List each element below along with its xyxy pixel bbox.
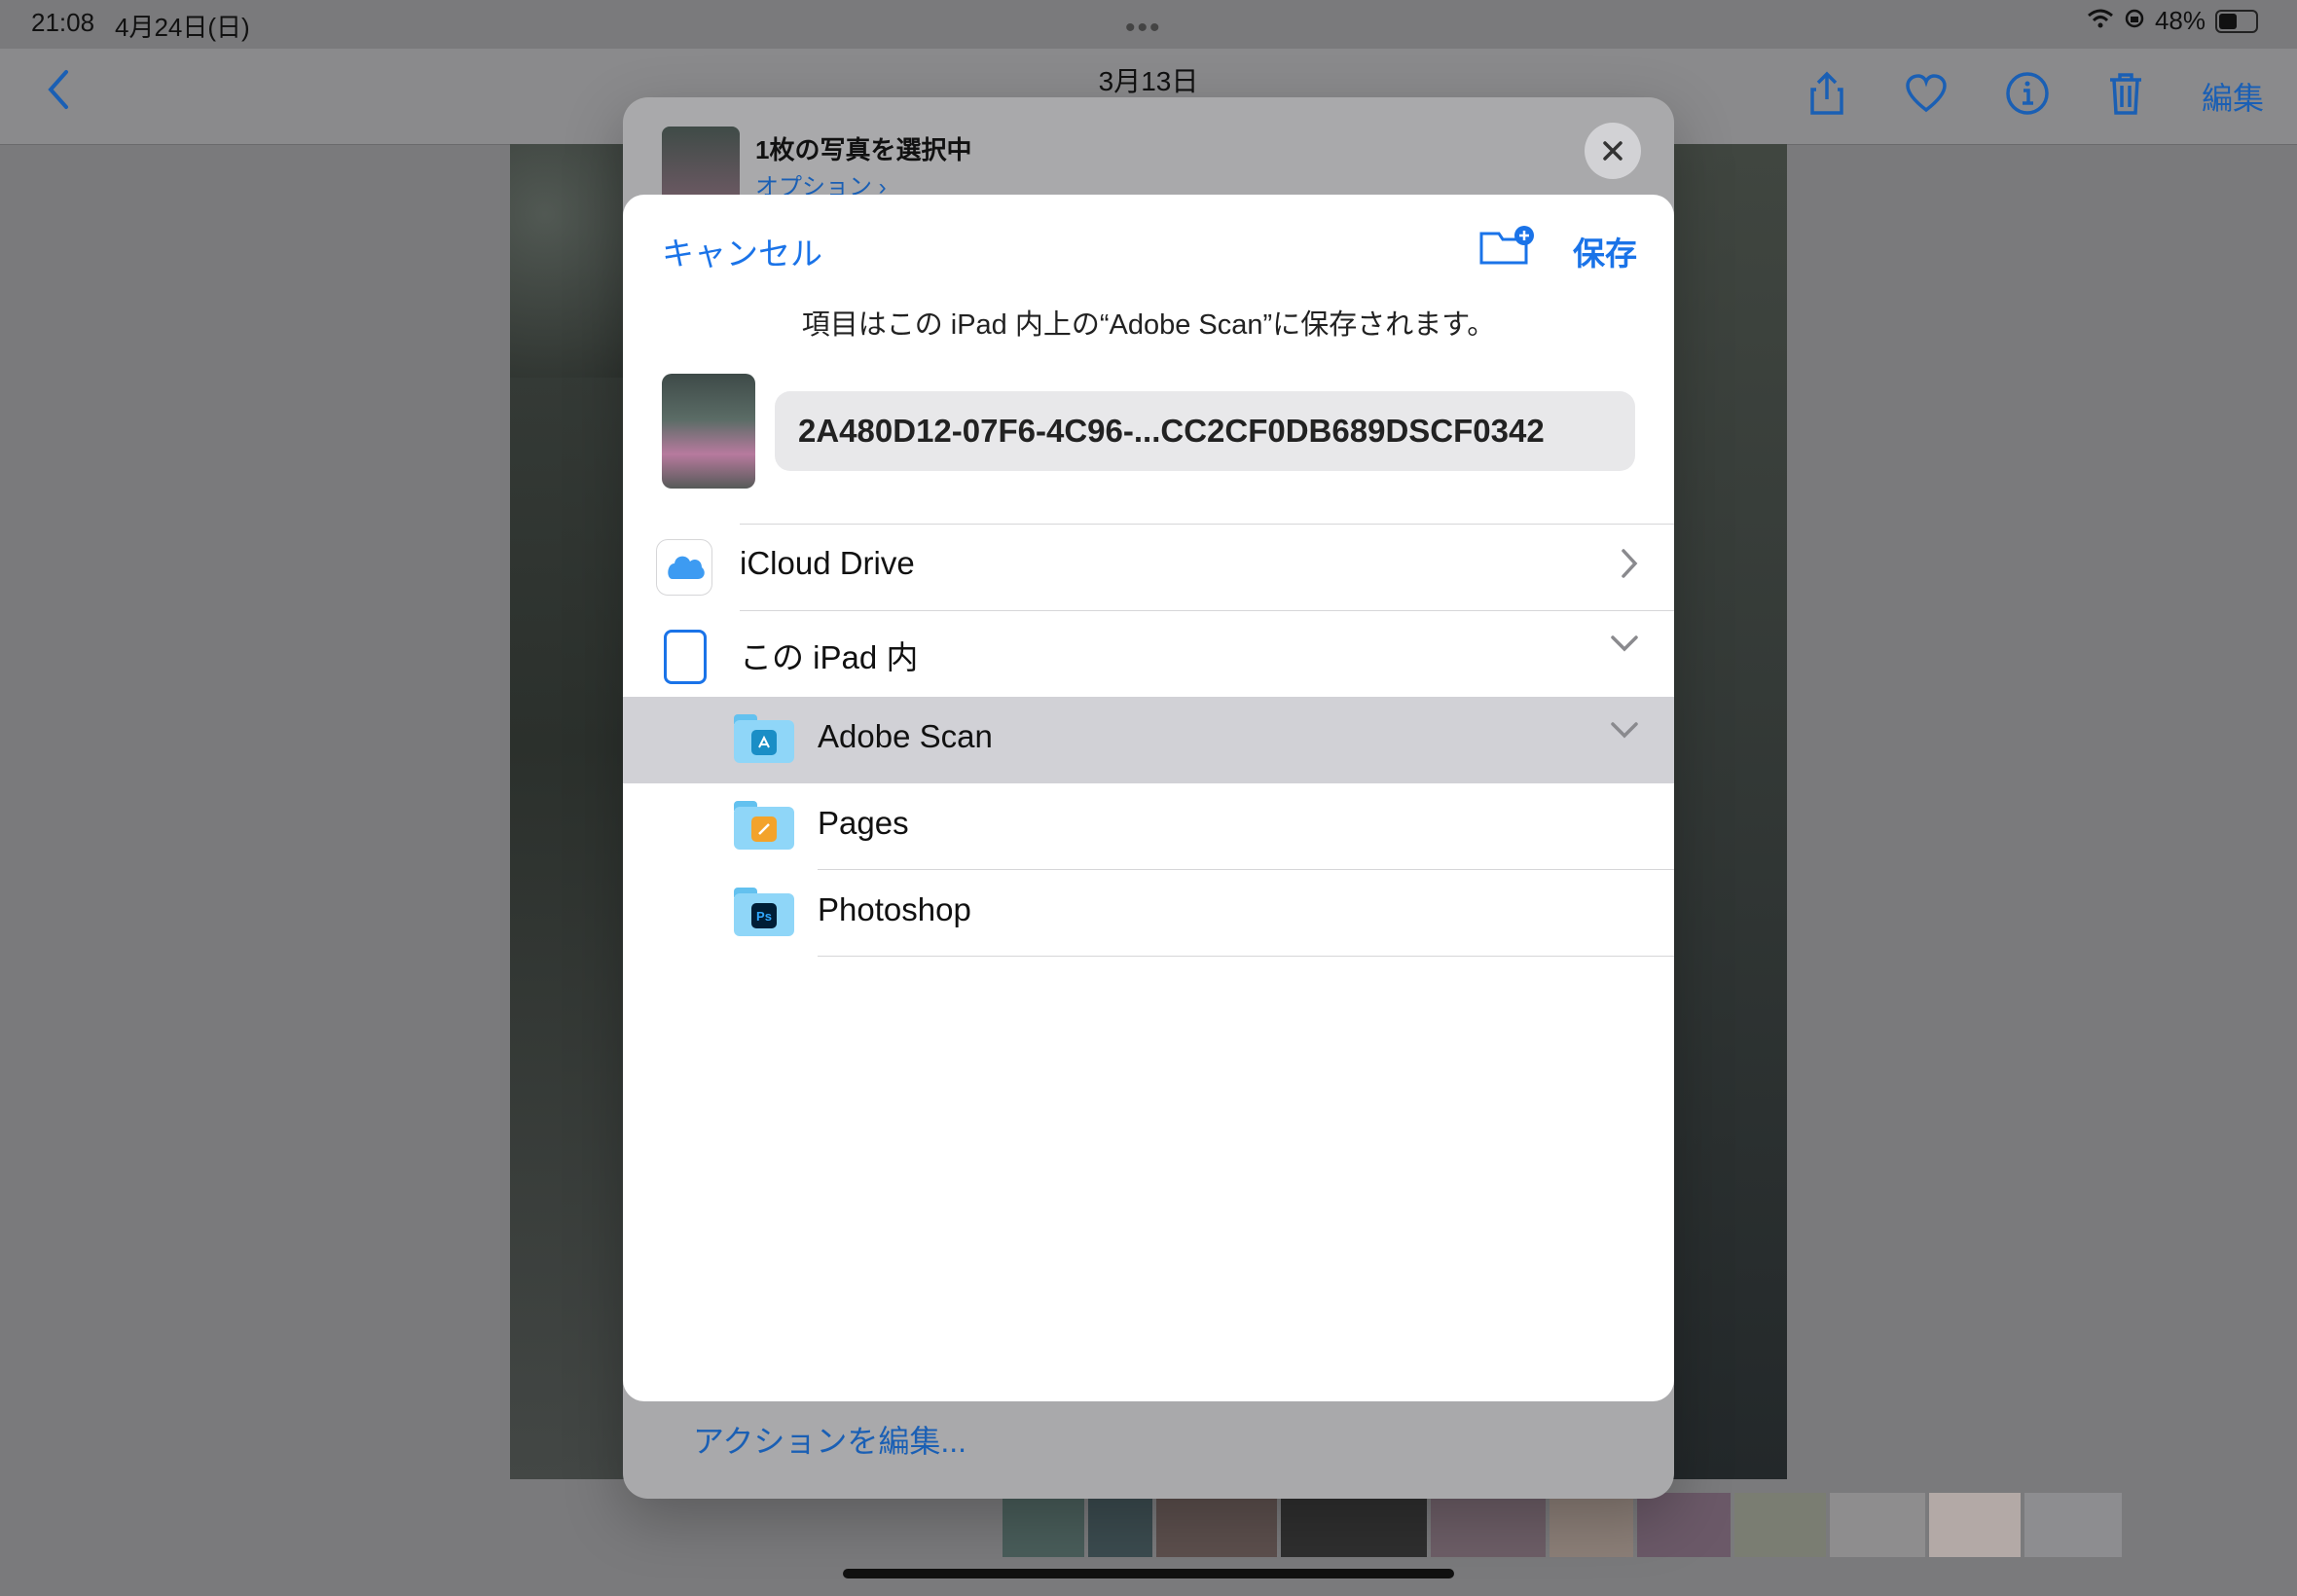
location-row-pages[interactable]: Pages [623, 783, 1674, 870]
edit-button[interactable]: 編集 [2202, 74, 2264, 119]
share-button[interactable] [1806, 70, 1847, 122]
info-button[interactable] [2005, 71, 2050, 121]
delete-button[interactable] [2106, 70, 2145, 122]
folder-plus-icon [1479, 226, 1534, 265]
battery-icon [2215, 9, 2258, 33]
ipad-icon [664, 630, 707, 684]
location-row-on-my-ipad[interactable]: この iPad 内 [623, 610, 1674, 697]
status-bar: 21:08 4月24日(日) ••• 48% [0, 0, 2297, 49]
cancel-button[interactable]: キャンセル [662, 228, 822, 274]
thumbnail[interactable] [1156, 1493, 1277, 1557]
filename-text[interactable]: 2A480D12-07F6-4C96-...CC2CF0DB689DSCF034… [798, 413, 1545, 450]
thumbnail[interactable] [1281, 1493, 1427, 1557]
chevron-down-icon [1610, 720, 1639, 744]
orientation-lock-icon [2124, 6, 2145, 36]
info-icon [2006, 72, 2049, 115]
save-button[interactable]: 保存 [1573, 228, 1637, 274]
battery-percentage: 48% [2154, 6, 2206, 35]
photoshop-app-icon: Ps [751, 903, 777, 928]
location-row-photoshop[interactable]: Ps Photoshop [623, 870, 1674, 957]
photo-date-title: 3月13日 [1098, 66, 1199, 96]
location-label: iCloud Drive [740, 545, 915, 581]
row-separator [740, 610, 1674, 611]
thumbnail[interactable] [1003, 1493, 1084, 1557]
folder-icon: Ps [734, 888, 794, 936]
wifi-icon [2087, 6, 2114, 36]
chevron-down-icon [1610, 634, 1639, 658]
location-label: Adobe Scan [818, 718, 993, 754]
home-indicator[interactable] [843, 1569, 1454, 1578]
location-row-adobe-scan[interactable]: Adobe Scan [623, 697, 1674, 783]
status-time: 21:08 [31, 8, 95, 37]
chevron-left-icon [48, 70, 68, 109]
share-icon [1810, 71, 1843, 115]
selected-photo-thumbnail [662, 127, 740, 204]
pages-app-icon [751, 816, 777, 842]
thumbnail[interactable] [1550, 1493, 1633, 1557]
adobe-scan-icon [751, 730, 777, 755]
trash-icon [2109, 73, 2141, 115]
favorite-button[interactable] [1904, 73, 1949, 119]
thumbnail[interactable] [1637, 1493, 1731, 1557]
back-button[interactable] [45, 68, 70, 116]
photo-content [510, 144, 627, 378]
edit-actions-link[interactable]: アクションを編集... [693, 1417, 966, 1462]
thumbnail[interactable] [2024, 1493, 2122, 1557]
location-list: iCloud Drive この iPad 内 Adobe Scan Pages … [623, 524, 1674, 957]
multitasking-dots[interactable]: ••• [1125, 12, 1162, 45]
location-row-icloud-drive[interactable]: iCloud Drive [623, 524, 1674, 610]
thumbnail[interactable] [1929, 1493, 2021, 1557]
thumbnail[interactable] [1734, 1493, 1826, 1557]
heart-icon [1906, 74, 1947, 113]
row-separator [740, 524, 1674, 525]
cloud-icon [656, 539, 712, 596]
location-label: Photoshop [818, 891, 971, 927]
chevron-right-icon [1620, 547, 1639, 585]
nav-actions: 編集 [1806, 70, 2264, 122]
file-thumbnail [662, 374, 755, 489]
new-folder-button[interactable] [1477, 224, 1536, 273]
location-label: この iPad 内 [740, 639, 919, 675]
save-destination-message: 項目はこの iPad 内上の“Adobe Scan”に保存されます。 [801, 309, 1496, 341]
location-label: Pages [818, 805, 909, 841]
close-button[interactable] [1585, 123, 1641, 179]
folder-icon [734, 714, 794, 763]
thumbnail[interactable] [1088, 1493, 1152, 1557]
thumbnail[interactable] [1431, 1493, 1546, 1557]
close-icon [1603, 141, 1622, 161]
filename-field[interactable]: 2A480D12-07F6-4C96-...CC2CF0DB689DSCF034… [775, 391, 1635, 471]
status-date: 4月24日(日) [115, 13, 250, 42]
folder-icon [734, 801, 794, 850]
thumbnail[interactable] [1830, 1493, 1925, 1557]
status-indicators: 48% [2087, 6, 2258, 36]
share-sheet-title: 1枚の写真を選択中 [755, 135, 972, 164]
save-to-files-dialog: キャンセル 保存 項目はこの iPad 内上の“Adobe Scan”に保存され… [623, 195, 1674, 1401]
row-separator [818, 956, 1674, 957]
